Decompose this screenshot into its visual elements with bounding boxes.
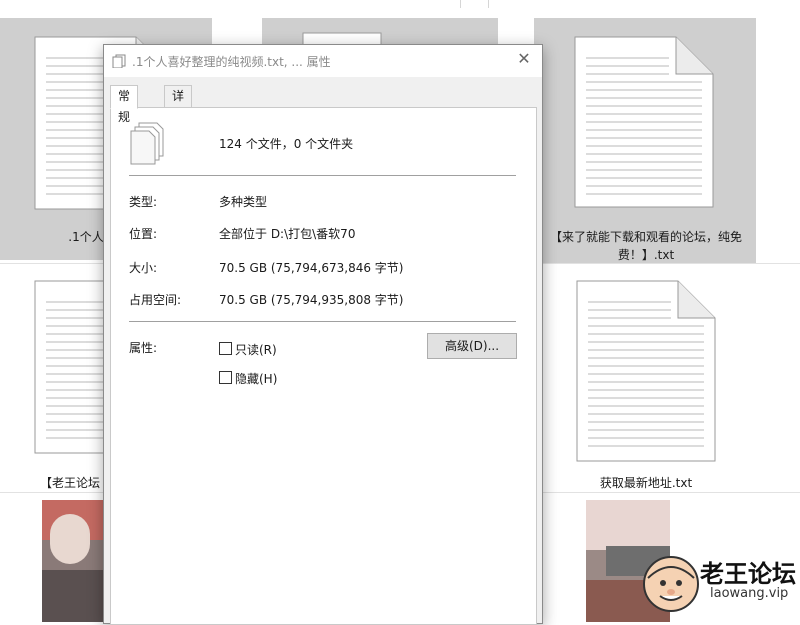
file-tile[interactable]: 【来了就能下载和观看的论坛，纯免费！】.txt xyxy=(534,18,756,264)
general-tab-panel: 124 个文件，0 个文件夹 类型: 多种类型 位置: 全部位于 D:\打包\番… xyxy=(110,107,537,625)
file-name-label: 【老王论坛 xyxy=(40,476,101,490)
file-count-summary: 124 个文件，0 个文件夹 xyxy=(219,137,354,151)
size-value: 70.5 GB (75,794,673,846 字节) xyxy=(219,261,404,275)
dialog-title: .1个人喜好整理的纯视频.txt, ... 属性 xyxy=(132,55,331,69)
hidden-checkbox-label: 隐藏(H) xyxy=(235,372,278,386)
toolbar-separator xyxy=(488,0,489,8)
old-man-logo-icon xyxy=(643,556,699,612)
thumbnail-region xyxy=(586,500,670,550)
type-value: 多种类型 xyxy=(219,195,268,209)
watermark-url: laowang.vip xyxy=(710,586,789,601)
tab-details[interactable]: 详细信息 xyxy=(164,85,193,166)
checkbox-box[interactable] xyxy=(219,371,232,384)
text-file-icon xyxy=(576,280,716,462)
dialog-title-bar[interactable]: .1个人喜好整理的纯视频.txt, ... 属性 ✕ xyxy=(104,45,542,77)
location-label: 位置: xyxy=(129,227,158,241)
explorer-top-bar xyxy=(0,0,800,8)
thumbnail-region xyxy=(42,570,104,622)
attributes-label: 属性: xyxy=(129,341,158,355)
file-name-label: 【来了就能下载和观看的论坛，纯免费！】.txt xyxy=(549,230,742,262)
divider xyxy=(129,175,516,176)
file-tile[interactable] xyxy=(576,280,716,465)
text-file-icon xyxy=(34,280,106,454)
text-file-icon xyxy=(574,36,714,208)
close-icon[interactable]: ✕ xyxy=(516,51,532,67)
file-name-label: 获取最新地址.txt xyxy=(599,476,693,490)
video-thumbnail[interactable] xyxy=(42,500,104,622)
size-on-disk-label: 占用空间: xyxy=(129,293,182,307)
size-on-disk-value: 70.5 GB (75,794,935,808 字节) xyxy=(219,293,404,307)
size-label: 大小: xyxy=(129,261,158,275)
properties-dialog: .1个人喜好整理的纯视频.txt, ... 属性 ✕ 常规 详细信息 124 个… xyxy=(103,44,543,625)
type-label: 类型: xyxy=(129,195,158,209)
divider xyxy=(129,321,516,322)
toolbar-separator xyxy=(460,0,461,8)
watermark: 老王论坛 laowang.vip xyxy=(640,548,800,622)
advanced-button[interactable]: 高级(D)... xyxy=(427,333,517,359)
files-icon xyxy=(112,54,126,68)
multiple-files-icon xyxy=(130,122,164,165)
readonly-checkbox-label: 只读(R) xyxy=(235,343,277,357)
watermark-title: 老王论坛 xyxy=(700,560,796,588)
file-tile[interactable] xyxy=(34,280,106,457)
tab-general[interactable]: 常规 xyxy=(110,85,139,124)
thumbnail-region xyxy=(50,514,90,564)
location-value: 全部位于 D:\打包\番软70 xyxy=(219,227,356,241)
checkbox-box[interactable] xyxy=(219,342,232,355)
